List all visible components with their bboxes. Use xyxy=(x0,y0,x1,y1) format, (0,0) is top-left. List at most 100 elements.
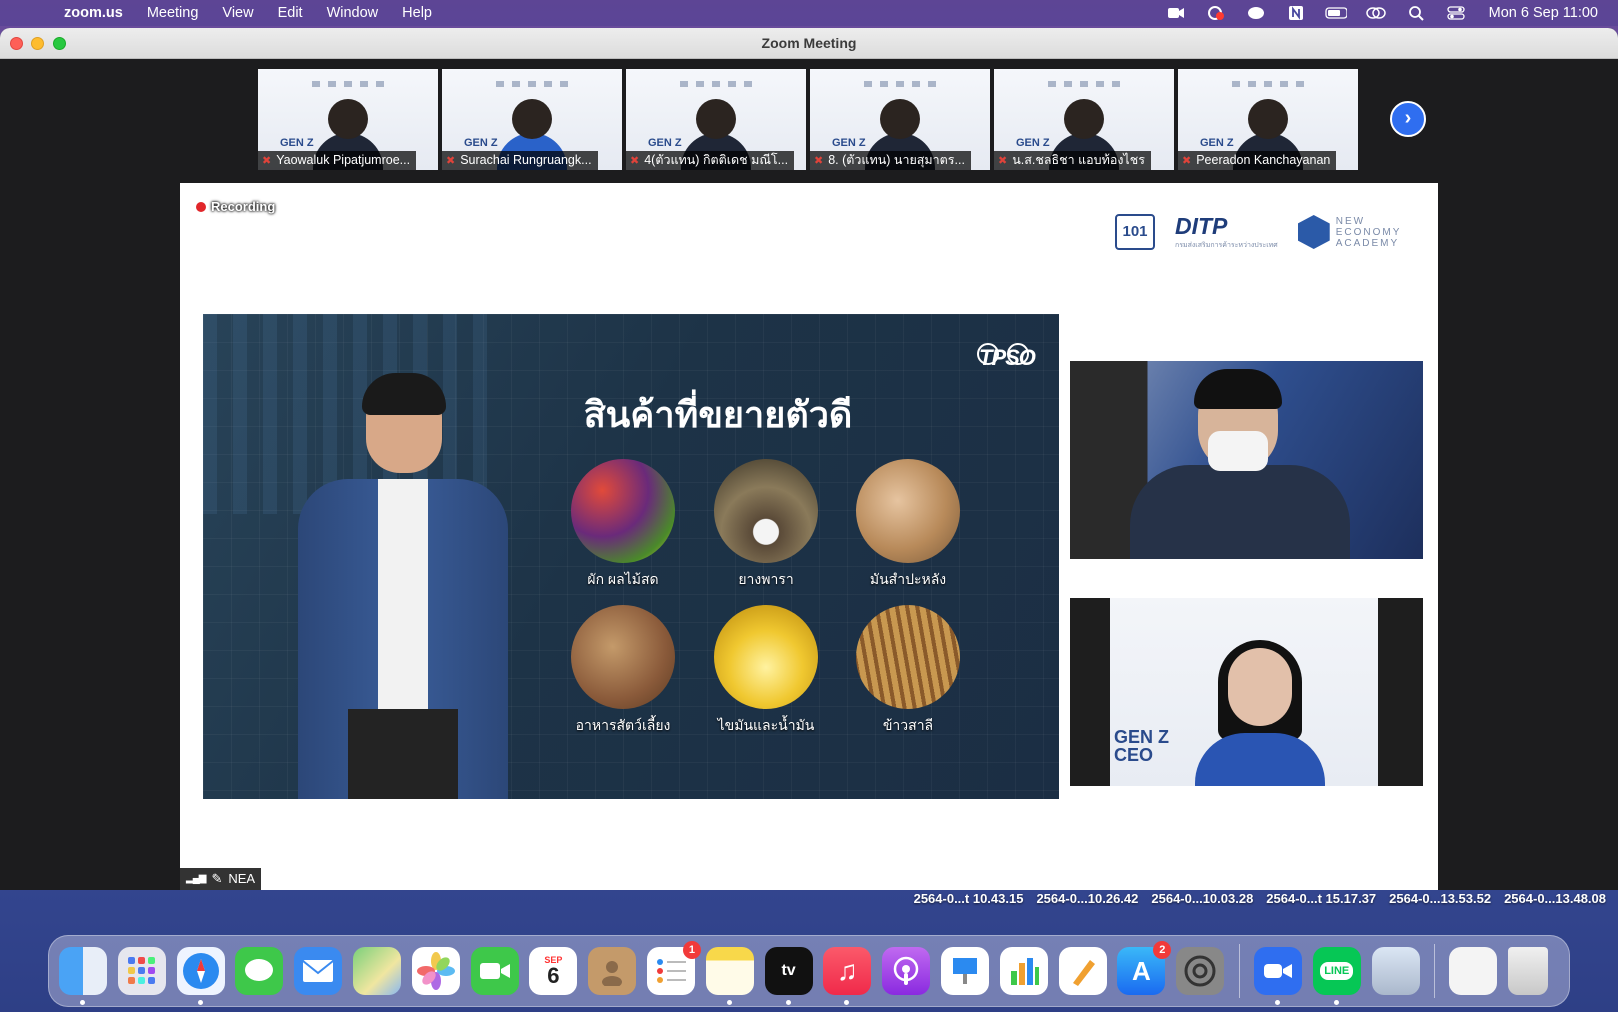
product-item: ผัก ผลไม้สด xyxy=(568,459,678,591)
system-preferences-icon[interactable] xyxy=(1176,947,1225,995)
banner-logos xyxy=(496,81,568,87)
presentation-slide: TPSO สินค้าที่ขยายตัวดี ผัก ผลไม้สด ยางพ… xyxy=(203,314,1059,799)
zoom-icon[interactable] xyxy=(1253,947,1302,1005)
participant-name: Yaowaluk Pipatjumroe... xyxy=(276,153,411,167)
participant-avatar xyxy=(696,99,736,139)
downloads-stack-icon[interactable] xyxy=(1449,947,1498,995)
logo-ditp: DITP กรมส่งเสริมการค้าระหว่างประเทศ xyxy=(1175,213,1278,249)
battery-icon[interactable] xyxy=(1324,5,1347,21)
recording-status-icon[interactable] xyxy=(1205,5,1227,21)
participant-tile[interactable]: GEN Z ✖ 4(ตัวแทน) กิตติเดช มณีโ... xyxy=(626,69,806,170)
window-title: Zoom Meeting xyxy=(761,35,857,51)
participant-tile[interactable]: GEN Z ✖ Surachai Rungruangk... xyxy=(442,69,622,170)
maps-icon[interactable] xyxy=(352,947,401,995)
mail-icon[interactable] xyxy=(294,947,343,995)
mic-muted-icon: ✖ xyxy=(446,155,456,167)
podcasts-icon[interactable] xyxy=(882,947,931,995)
banner-logos xyxy=(864,81,936,87)
banner-logos xyxy=(312,81,384,87)
calendar-icon[interactable]: SEP 6 xyxy=(529,947,578,995)
app-store-icon[interactable]: A 2 xyxy=(1117,941,1172,995)
recording-label: Recording xyxy=(211,199,276,214)
mic-muted-icon: ✖ xyxy=(630,155,640,167)
gen-z-banner: GEN Z xyxy=(280,137,314,149)
participant-name-label: ✖ น.ส.ชลธิชา แอบท้องไชร xyxy=(994,151,1151,170)
desktop-file[interactable]: 2564-0...t 15.17.37 xyxy=(1266,891,1376,906)
speaker-video-1 xyxy=(1070,361,1423,559)
desktop-file[interactable]: 2564-0...13.48.08 xyxy=(1504,891,1606,906)
participant-avatar xyxy=(1248,99,1288,139)
nea-logo-text: NEW ECONOMY ACADEMY xyxy=(1335,215,1402,249)
music-icon[interactable]: ♫ xyxy=(823,947,872,1005)
desktop-file[interactable]: 2564-0...10.26.42 xyxy=(1036,891,1138,906)
reminders-icon[interactable]: 1 xyxy=(646,941,701,995)
launchpad-icon[interactable] xyxy=(117,947,166,995)
menu-window[interactable]: Window xyxy=(327,5,379,21)
participant-name: Surachai Rungruangk... xyxy=(460,153,592,167)
mic-muted-icon: ✖ xyxy=(814,155,824,167)
finder-icon[interactable] xyxy=(59,947,107,1005)
line-status-icon[interactable] xyxy=(1245,5,1267,21)
notes-icon[interactable] xyxy=(705,947,754,1005)
product-label: ข้าวสาลี xyxy=(882,717,934,733)
participant-name: Peeradon Kanchayanan xyxy=(1196,153,1331,167)
contacts-icon[interactable] xyxy=(588,947,637,995)
banner-logos xyxy=(1048,81,1120,87)
notion-status-icon[interactable] xyxy=(1285,5,1307,21)
oil-image xyxy=(714,605,818,709)
desktop-file[interactable]: 2564-0...10.03.28 xyxy=(1151,891,1253,906)
shared-screen[interactable]: Recording 101 DITP กรมส่งเสริมการค้าระหว่… xyxy=(180,183,1438,890)
dock-separator xyxy=(1434,944,1436,998)
photos-icon[interactable] xyxy=(411,947,460,995)
participant-avatar xyxy=(512,99,552,139)
facetime-icon[interactable] xyxy=(470,947,519,995)
next-participants-button[interactable]: › xyxy=(1390,101,1426,137)
cassava-image xyxy=(856,459,960,563)
gen-z-banner: GEN Z xyxy=(832,137,866,149)
participant-tile[interactable]: GEN Z ✖ น.ส.ชลธิชา แอบท้องไชร xyxy=(994,69,1174,170)
screen-mirror-icon[interactable] xyxy=(1365,5,1387,21)
window-titlebar: Zoom Meeting xyxy=(0,28,1618,59)
product-label: ยางพารา xyxy=(738,571,794,587)
gen-z-banner: GEN Z xyxy=(464,137,498,149)
line-icon[interactable]: LINE xyxy=(1312,947,1361,1005)
pet-food-image xyxy=(571,605,675,709)
menu-app-name[interactable]: zoom.us xyxy=(64,5,123,21)
desktop-file[interactable]: 2564-0...13.53.52 xyxy=(1389,891,1491,906)
numbers-icon[interactable] xyxy=(999,947,1048,995)
product-label: อาหารสัตว์เลี้ยง xyxy=(575,717,671,733)
participant-name-label: ✖ 4(ตัวแทน) กิตติเดช มณีโ... xyxy=(626,151,795,170)
banner-logos xyxy=(680,81,752,87)
messages-icon[interactable] xyxy=(235,947,284,995)
participant-tile[interactable]: GEN Z ✖ Peeradon Kanchayanan xyxy=(1178,69,1358,170)
apple-tv-icon[interactable]: tv xyxy=(764,947,813,1005)
logo-new-economy-academy: NEW ECONOMY ACADEMY xyxy=(1297,215,1402,249)
product-item: ข้าวสาลี xyxy=(853,605,963,737)
vegetables-fruits-image xyxy=(571,459,675,563)
slide-title: สินค้าที่ขยายตัวดี xyxy=(583,394,853,435)
rubber-image xyxy=(714,459,818,563)
menu-help[interactable]: Help xyxy=(402,5,432,21)
participant-tile[interactable]: GEN Z ✖ 8. (ตัวแทน) นายสุมาตร... xyxy=(810,69,990,170)
desktop-file[interactable]: 2564-0...t 10.43.15 xyxy=(914,891,1024,906)
menu-edit[interactable]: Edit xyxy=(278,5,303,21)
zoom-status-icon[interactable] xyxy=(1165,5,1187,21)
participant-tile[interactable]: GEN Z ✖ Yaowaluk Pipatjumroe... xyxy=(258,69,438,170)
preview-icon[interactable] xyxy=(1371,947,1420,995)
spotlight-search-icon[interactable] xyxy=(1405,5,1427,21)
dock-separator xyxy=(1238,944,1240,998)
mic-muted-icon: ✖ xyxy=(262,155,272,167)
pages-icon[interactable] xyxy=(1058,947,1107,995)
control-center-icon[interactable] xyxy=(1445,5,1467,21)
menu-view[interactable]: View xyxy=(222,5,253,21)
gen-z-banner: GEN Z xyxy=(648,137,682,149)
keynote-icon[interactable] xyxy=(940,947,989,995)
participant-name-label: ✖ Peeradon Kanchayanan xyxy=(1178,151,1337,170)
desktop-files: 2564-0...t 10.43.15 2564-0...10.26.42 25… xyxy=(914,891,1606,906)
safari-icon[interactable] xyxy=(176,947,225,1005)
menu-meeting[interactable]: Meeting xyxy=(147,5,199,21)
trash-icon[interactable] xyxy=(1508,947,1549,995)
product-item: ไขมันและน้ำมัน xyxy=(711,605,821,737)
menubar-clock[interactable]: Mon 6 Sep 11:00 xyxy=(1489,5,1598,21)
logo-101: 101 xyxy=(1115,214,1155,250)
